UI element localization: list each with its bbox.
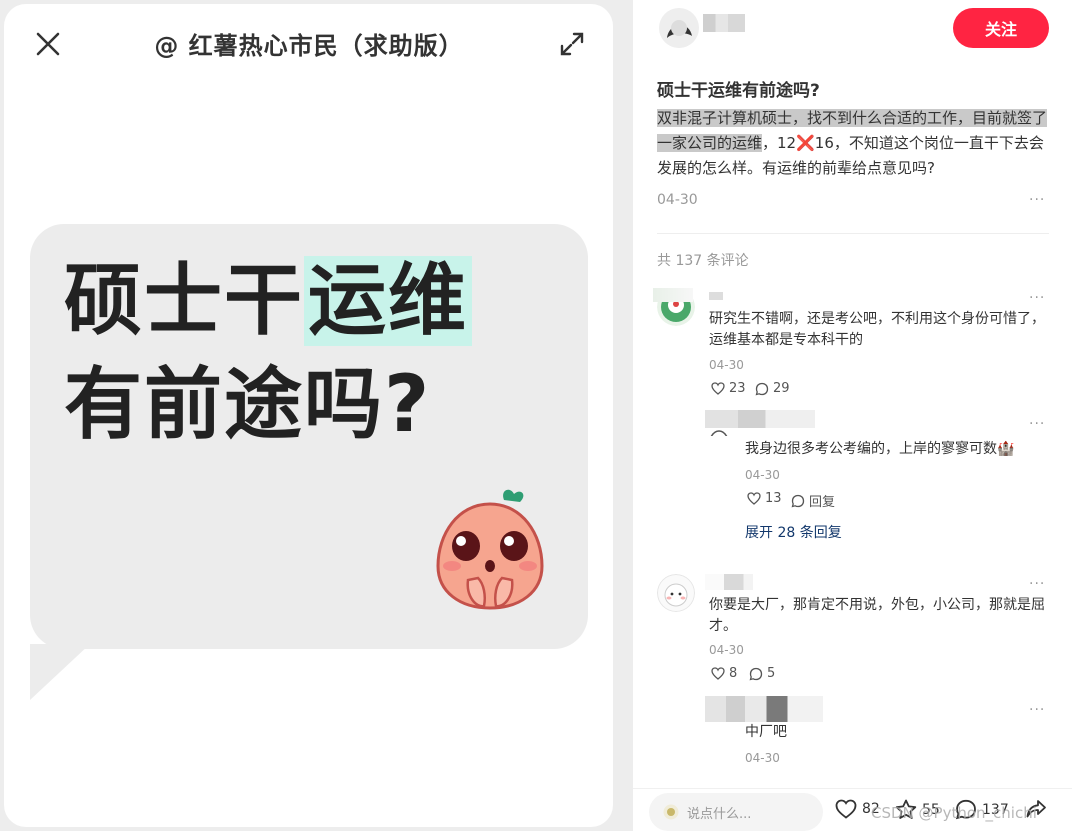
close-icon[interactable]	[30, 26, 66, 62]
comment-text: 研究生不错啊，还是考公吧，不利用这个身份可惜了，运维基本都是专本科干的	[709, 311, 1045, 348]
image-headline-line2: 有前途吗?	[64, 360, 432, 450]
reply-date: 04-30	[745, 468, 780, 482]
comment-date: 04-30	[709, 358, 744, 372]
chat-bubble-icon	[749, 667, 763, 680]
commenter-name-blurred[interactable]	[653, 288, 693, 302]
reply-reply-label: 回复	[809, 495, 836, 510]
author-avatar[interactable]	[659, 8, 699, 48]
heart-icon	[835, 799, 857, 819]
image-header: @ 红薯热心市民（求助版）	[4, 4, 613, 84]
headline-highlight: 运维	[304, 256, 473, 346]
expand-replies-link[interactable]: 展开 28 条回复	[745, 522, 842, 542]
reply-more-icon[interactable]: ···	[1029, 416, 1045, 432]
chat-bubble-icon	[791, 494, 805, 507]
comment-input-placeholder: 说点什么...	[687, 806, 752, 822]
comment-like-button[interactable]: 8	[711, 666, 737, 681]
comment-reply-button[interactable]: 29	[755, 381, 790, 396]
chat-bubble-icon	[755, 382, 769, 395]
commenter-name-blurred[interactable]	[705, 574, 753, 590]
post-title: 硕士干运维有前途吗?	[657, 81, 820, 101]
user-avatar-icon	[663, 804, 679, 820]
follow-button[interactable]: 关注	[953, 8, 1049, 48]
post-more-icon[interactable]: ···	[1029, 192, 1045, 208]
headline-text-a: 硕士干	[64, 256, 305, 346]
comment-input[interactable]: 说点什么...	[649, 793, 823, 831]
comment-more-icon[interactable]: ···	[1029, 290, 1045, 306]
comment-like-button[interactable]: 23	[711, 381, 746, 396]
reply-text: 中厂吧	[745, 724, 787, 740]
reply-date: 04-30	[745, 751, 780, 765]
heart-icon	[711, 382, 725, 395]
comment-text: 你要是大厂，那肯定不用说，外包，小公司，那就是屈才。	[709, 597, 1045, 634]
reply-more-icon[interactable]: ···	[1029, 702, 1045, 718]
reply-reply-button[interactable]: 回复	[791, 491, 835, 510]
reply-text: 我身边很多考公考编的，上岸的寥寥可数🏰	[745, 441, 1015, 457]
speech-bubble-tail	[30, 644, 90, 700]
comment-more-icon[interactable]: ···	[1029, 576, 1045, 592]
image-headline-line1: 硕士干运维	[64, 256, 473, 346]
comment-like-count: 8	[729, 666, 738, 681]
divider	[657, 233, 1049, 234]
comment-date: 04-30	[709, 643, 744, 657]
note-image-card: @ 红薯热心市民（求助版） 硕士干运维 有前途吗?	[4, 4, 613, 827]
post-date: 04-30	[657, 192, 698, 208]
heart-icon	[747, 492, 761, 505]
author-title[interactable]: @ 红薯热心市民（求助版）	[144, 26, 474, 61]
comment-count: 共 137 条评论	[657, 253, 749, 269]
comment-reply-count: 29	[773, 381, 790, 396]
peach-mascot-icon	[436, 489, 544, 610]
post-body: 双非混子计算机硕士，找不到什么合适的工作，目前就签了一家公司的运维，12❌16，…	[657, 106, 1049, 181]
comment-like-count: 23	[729, 381, 746, 396]
commenter-avatar[interactable]	[657, 574, 695, 612]
note-detail-panel: 关注 硕士干运维有前途吗? 双非混子计算机硕士，找不到什么合适的工作，目前就签了…	[633, 0, 1072, 831]
heart-icon	[711, 667, 725, 680]
comment-reply-count: 5	[767, 666, 776, 681]
author-name-blurred[interactable]	[703, 14, 745, 32]
watermark: CSDN @Python_chichi	[871, 804, 1037, 822]
comment-reply-button[interactable]: 5	[749, 666, 775, 681]
page: @ 红薯热心市民（求助版） 硕士干运维 有前途吗? 关注 硕士干运维有前途吗? …	[0, 0, 1072, 831]
replier-avatar[interactable]	[709, 424, 729, 436]
reply-like-count: 13	[765, 491, 782, 506]
reply-like-button[interactable]: 13	[747, 491, 782, 506]
fullscreen-icon[interactable]	[554, 26, 590, 62]
replier-name-blurred[interactable]	[705, 696, 823, 722]
commenter-name-blurred[interactable]	[709, 292, 723, 300]
